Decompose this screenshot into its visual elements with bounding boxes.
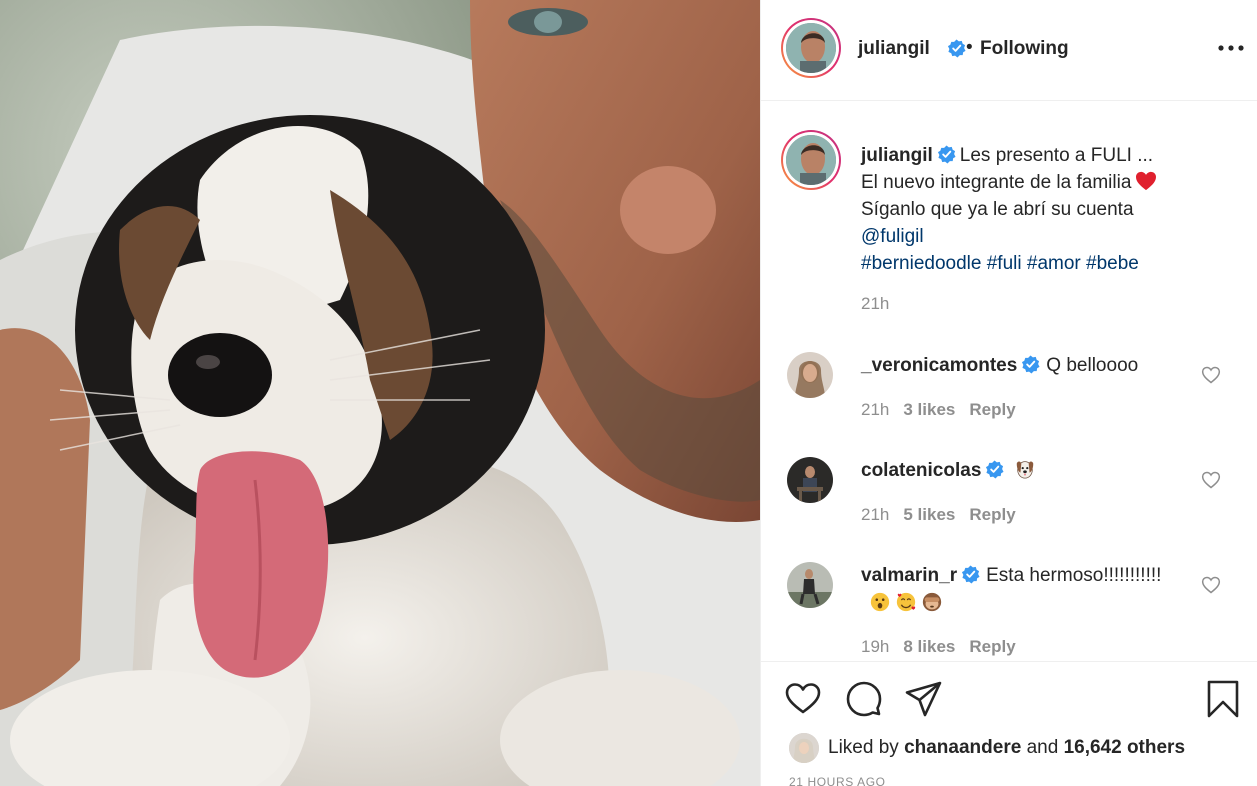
author-avatar[interactable] [781,18,841,78]
reply-button[interactable]: Reply [969,505,1015,524]
small-heart-icon[interactable] [1201,365,1221,385]
dog-face-emoji-icon [1017,461,1034,479]
caption-line-2: El nuevo integrante de la familia [861,172,1132,193]
comment-time[interactable]: 19h [861,637,889,656]
post-actions: Liked by chanaandere and 16,642 others 2… [761,661,1257,786]
commenter-avatar[interactable] [787,562,833,608]
commenter-avatar[interactable] [787,457,833,503]
red-heart-emoji-icon [1136,171,1157,191]
comment-text: valmarin_r Esta hermoso!!!!!!!!!!! [861,562,1191,618]
small-heart-icon[interactable] [1201,575,1221,595]
comment-body: Q belloooo [1046,355,1139,376]
hashtag-link[interactable]: #fuli [987,253,1022,274]
commenter-username[interactable]: _veronicamontes [861,355,1017,376]
post-caption: juliangil Les presento a FULI ... El nuev… [861,142,1231,277]
likes-summary: Liked by chanaandere and 16,642 others [828,737,1185,759]
caption-line-3: Síganlo que ya le abrí su cuenta [861,199,1134,220]
caption-username[interactable]: juliangil [861,145,933,166]
liked-by-joiner: and [1026,737,1059,758]
paper-plane-icon[interactable] [904,679,944,719]
following-button[interactable]: Following [980,38,1069,60]
liker-avatar[interactable] [789,733,819,763]
post-header: juliangil • Following [761,0,1257,101]
comment-meta: 19h 8 likes Reply [861,637,1030,657]
liker-username[interactable]: chanaandere [904,737,1021,758]
verified-badge-icon [937,145,956,164]
comment-likes[interactable]: 8 likes [903,637,955,656]
post-panel: juliangil • Following juliangil Les pres… [760,0,1257,786]
commenter-avatar[interactable] [787,352,833,398]
puppy-selfie-image [0,0,760,786]
comment-meta: 21h 3 likes Reply [861,400,1030,420]
liked-by-prefix: Liked by [828,737,899,758]
caption-avatar[interactable] [781,130,841,190]
small-heart-icon[interactable] [1201,470,1221,490]
heart-icon[interactable] [783,679,823,719]
hashtag-link[interactable]: #bebe [1086,253,1139,274]
author-username[interactable]: juliangil [858,38,930,60]
more-options-icon[interactable] [1216,36,1246,60]
verified-badge-icon [1022,355,1040,374]
caption-time[interactable]: 21h [861,294,889,314]
comment-likes[interactable]: 5 likes [903,505,955,524]
commenter-username[interactable]: valmarin_r [861,565,957,586]
comment-text: colatenicolas [861,457,1191,485]
smiling-hearts-emoji-icon [896,592,916,612]
verified-badge-icon [986,460,1004,479]
comment-meta: 21h 5 likes Reply [861,505,1030,525]
comments-section[interactable]: juliangil Les presento a FULI ... El nuev… [761,102,1257,660]
bookmark-icon[interactable] [1203,679,1243,719]
hashtag-link[interactable]: #amor [1027,253,1081,274]
verified-badge-icon [947,39,966,58]
reply-button[interactable]: Reply [969,637,1015,656]
mention-link[interactable]: @fuligil [861,226,924,247]
post-photo[interactable] [0,0,760,786]
comment-text: _veronicamontes Q belloooo [861,352,1191,380]
comment-bubble-icon[interactable] [844,679,884,719]
surprised-face-emoji-icon [870,592,890,612]
likes-count[interactable]: 16,642 others [1064,737,1185,758]
post-timestamp[interactable]: 21 HOURS AGO [789,775,886,786]
comment-time[interactable]: 21h [861,505,889,524]
reply-button[interactable]: Reply [969,400,1015,419]
see-no-evil-monkey-emoji-icon [922,592,942,612]
comment-time[interactable]: 21h [861,400,889,419]
caption-line-1: Les presento a FULI ... [959,145,1154,166]
comment-body: Esta hermoso!!!!!!!!!!! [986,565,1162,586]
hashtag-link[interactable]: #berniedoodle [861,253,981,274]
separator-dot: • [966,37,973,58]
comment-likes[interactable]: 3 likes [903,400,955,419]
commenter-username[interactable]: colatenicolas [861,460,981,481]
verified-badge-icon [962,565,980,584]
